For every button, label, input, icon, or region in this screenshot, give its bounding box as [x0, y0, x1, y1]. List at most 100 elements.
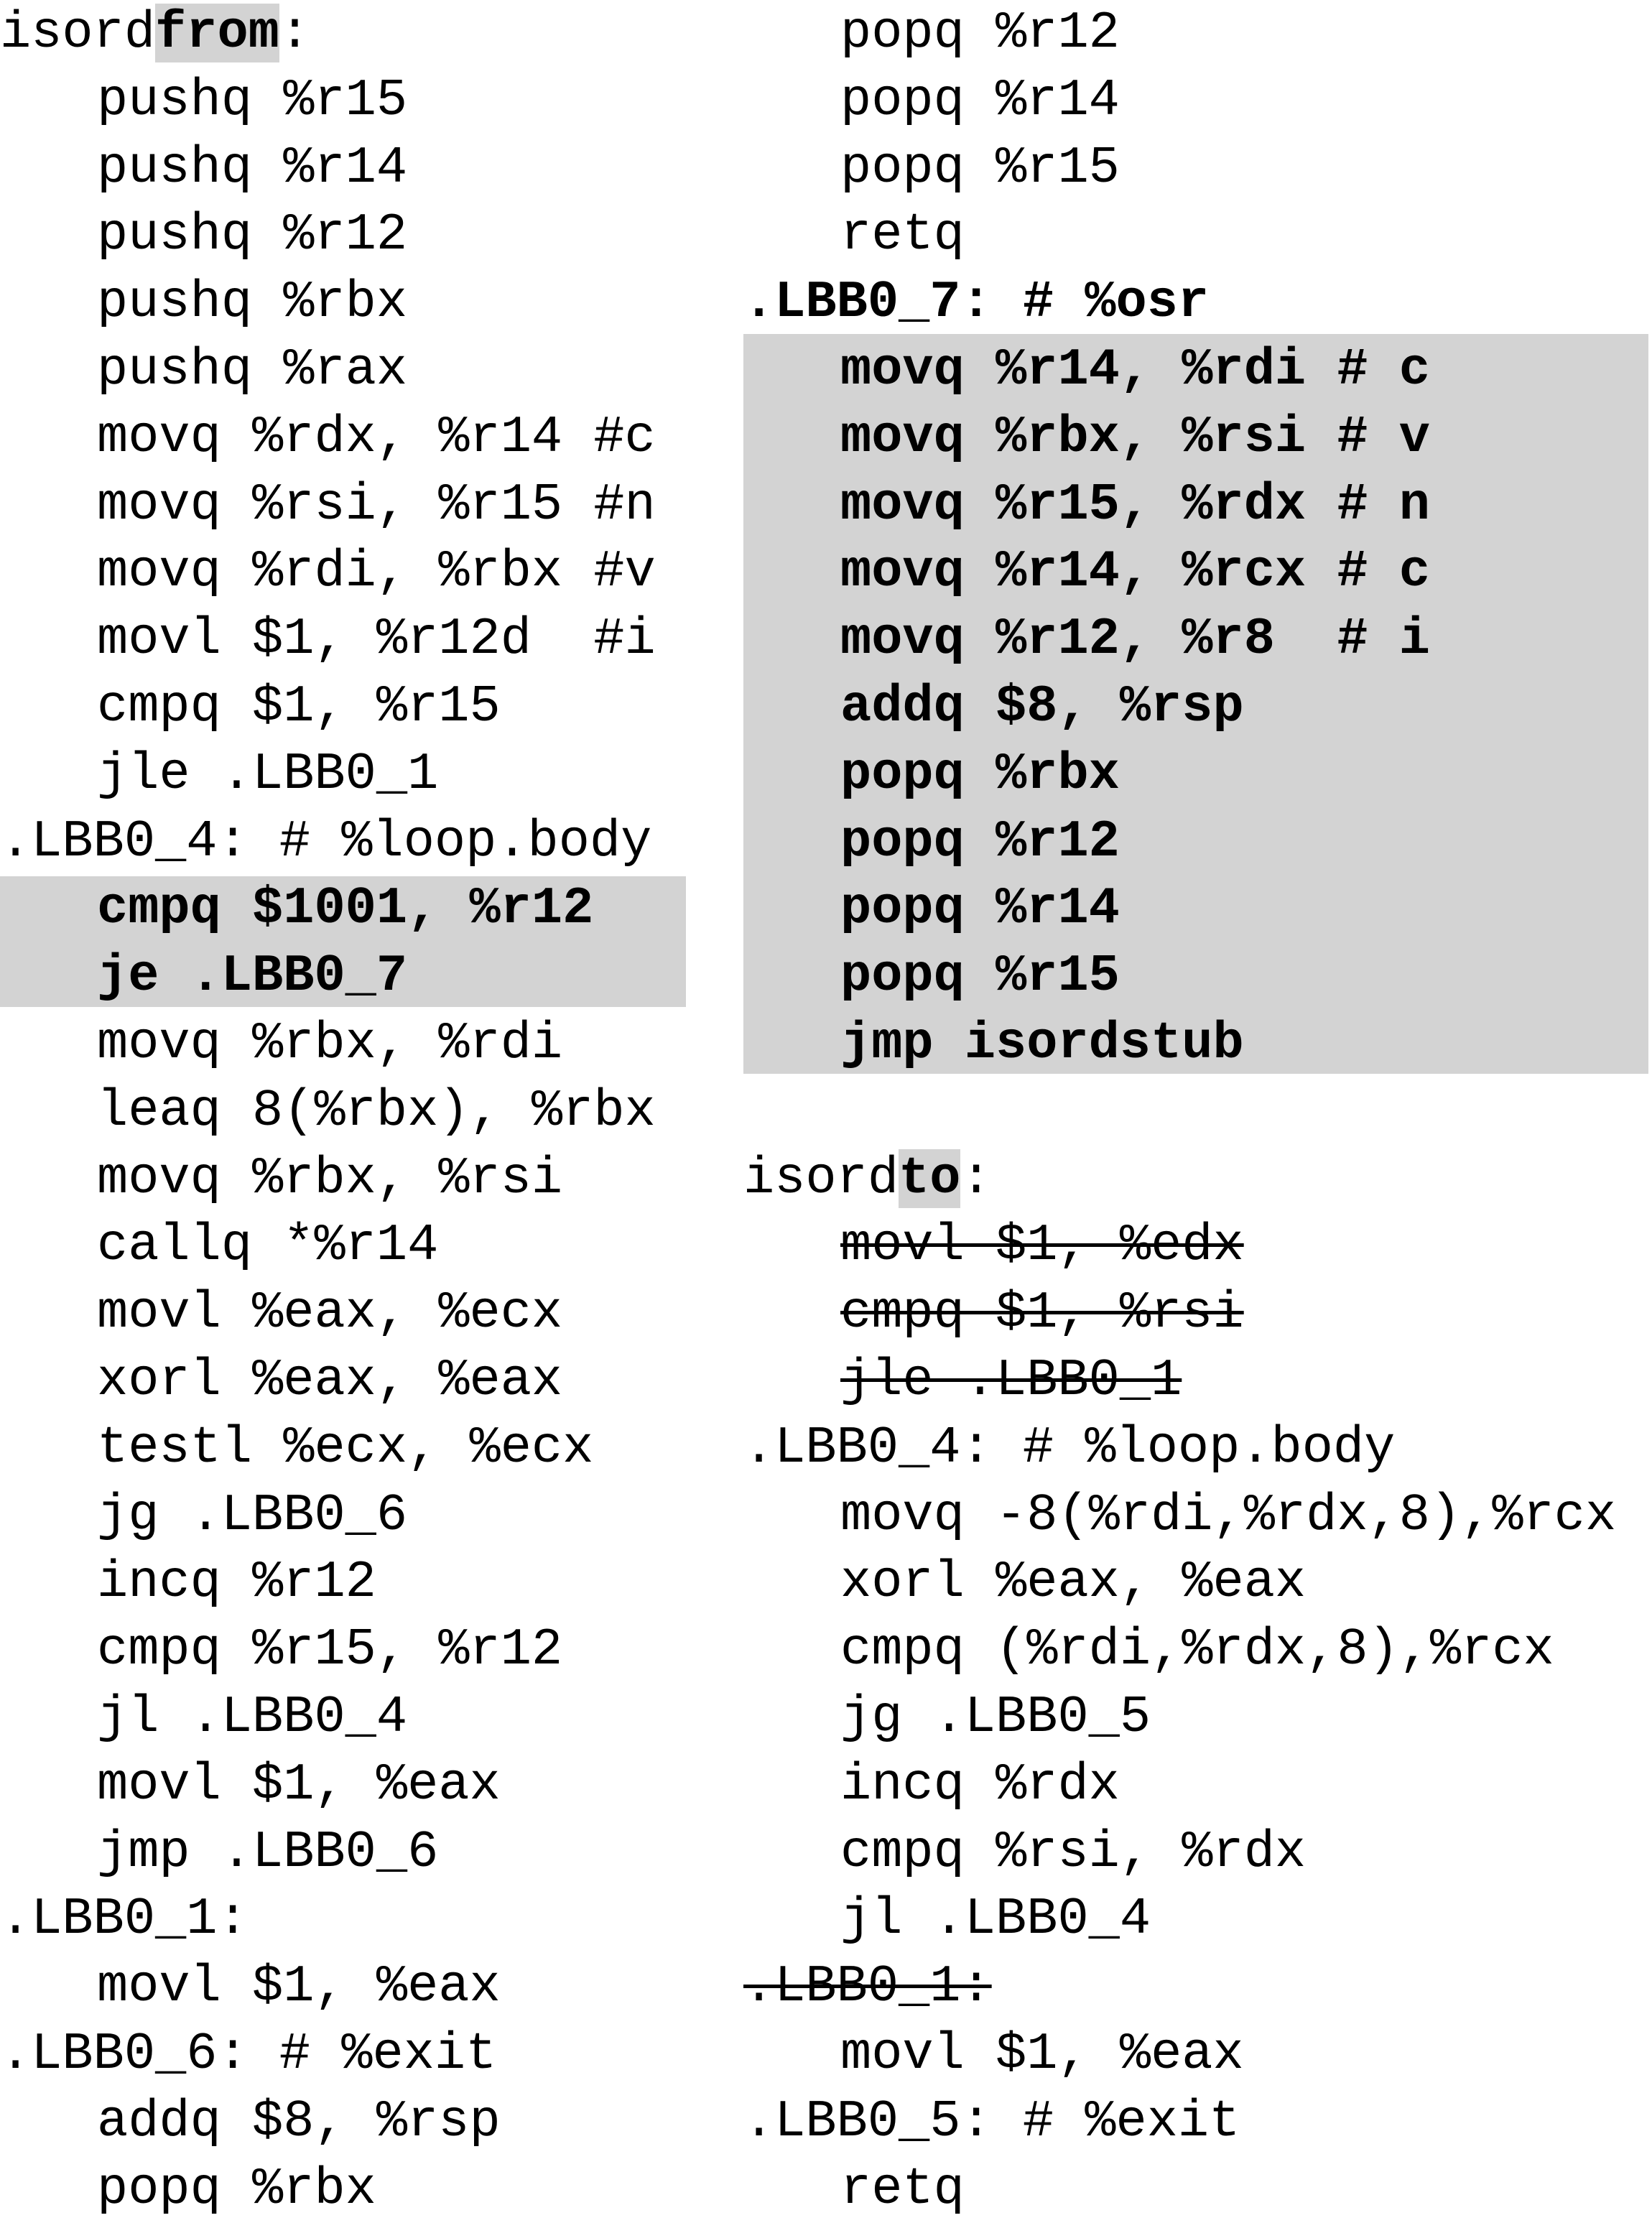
- code-line: pushq %r12: [0, 202, 690, 269]
- code-text: .LBB0_6: # %exit: [0, 2025, 496, 2084]
- code-line: movq %r14, %rdi # c: [743, 337, 1652, 404]
- code-text: movq %rdi, %rbx #v: [97, 542, 656, 601]
- title-prefix: isord: [743, 1149, 899, 1208]
- code-text: pushq %rax: [97, 340, 407, 399]
- code-text: pushq %rbx: [97, 273, 407, 332]
- code-text: callq *%r14: [97, 1216, 438, 1275]
- code-text: incq %rdx: [840, 1755, 1120, 1814]
- code-text: je .LBB0_7: [97, 947, 407, 1006]
- code-line: movl %eax, %ecx: [0, 1280, 690, 1347]
- code-line: addq $8, %rsp: [743, 674, 1652, 741]
- code-text: popq %r14: [840, 879, 1120, 938]
- code-line: xorl %eax, %eax: [0, 1347, 690, 1415]
- isordfrom-listing: isordfrom: pushq %r15pushq %r14pushq %r1…: [0, 0, 690, 2223]
- code-line: jl .LBB0_4: [0, 1684, 690, 1752]
- code-label: .LBB0_6: # %exit: [0, 2021, 690, 2089]
- code-line: leaq 8(%rbx), %rbx: [0, 1078, 690, 1146]
- code-line: popq %rbx: [0, 2156, 690, 2223]
- right-code-lines-top: popq %r12popq %r14popq %r15retq.LBB0_7: …: [743, 0, 1652, 1146]
- code-text: jle .LBB0_1: [840, 1351, 1182, 1410]
- code-text: popq %r15: [840, 139, 1120, 198]
- code-text: jl .LBB0_4: [840, 1890, 1151, 1949]
- code-label: .LBB0_4: # %loop.body: [0, 809, 690, 876]
- code-text: retq: [840, 2160, 965, 2219]
- code-line: movl $1, %eax: [0, 1954, 690, 2021]
- code-line: incq %rdx: [743, 1752, 1652, 1819]
- code-line: pushq %rbx: [0, 269, 690, 337]
- code-label: .LBB0_1:: [743, 1954, 1652, 2021]
- code-line: movq %r14, %rcx # c: [743, 539, 1652, 606]
- code-text: pushq %r12: [97, 205, 407, 264]
- code-line: jle .LBB0_1: [0, 741, 690, 809]
- code-text: popq %rbx: [97, 2160, 376, 2219]
- code-text: movq %rdx, %r14 #c: [97, 408, 656, 467]
- code-line: movq %rbx, %rsi: [0, 1146, 690, 1213]
- code-line: retq: [743, 202, 1652, 269]
- code-text: movl $1, %r12d #i: [97, 610, 656, 669]
- code-text: popq %rbx: [840, 745, 1120, 804]
- code-line: movq %rdx, %r14 #c: [0, 404, 690, 472]
- code-line: movq %rdi, %rbx #v: [0, 539, 690, 606]
- code-line: retq: [743, 2156, 1652, 2223]
- code-line: pushq %r14: [0, 135, 690, 203]
- code-label: .LBB0_5: # %exit: [743, 2089, 1652, 2156]
- code-line: popq %r12: [743, 0, 1652, 68]
- code-line: popq %r15: [743, 943, 1652, 1011]
- code-text: jl .LBB0_4: [97, 1688, 407, 1747]
- code-text: pushq %r14: [97, 139, 407, 198]
- code-line: popq %r14: [743, 68, 1652, 135]
- code-text: cmpq %rsi, %rdx: [840, 1823, 1306, 1882]
- code-line: pushq %rax: [0, 337, 690, 404]
- code-text: movq %r12, %r8 # i: [840, 610, 1430, 669]
- code-text: jle .LBB0_1: [97, 745, 438, 804]
- code-line: movl $1, %eax: [743, 2021, 1652, 2089]
- code-text: popq %r14: [840, 71, 1120, 130]
- code-text: incq %r12: [97, 1553, 376, 1612]
- code-text: .LBB0_7: # %osr: [743, 273, 1209, 332]
- code-line: cmpq $1, %r15: [0, 674, 690, 741]
- code-line: popq %r15: [743, 135, 1652, 203]
- code-line: movq %rbx, %rdi: [0, 1011, 690, 1078]
- code-text: jg .LBB0_6: [97, 1486, 407, 1545]
- isordto-listing: popq %r12popq %r14popq %r15retq.LBB0_7: …: [743, 0, 1652, 2223]
- code-text: jmp .LBB0_6: [97, 1823, 438, 1882]
- code-text: leaq 8(%rbx), %rbx: [97, 1082, 656, 1141]
- code-line: pushq %r15: [0, 68, 690, 135]
- code-line: movq %rsi, %r15 #n: [0, 472, 690, 539]
- code-line: cmpq %r15, %r12: [0, 1617, 690, 1684]
- code-text: cmpq $1001, %r12: [97, 879, 593, 938]
- title-suffix: :: [960, 1149, 991, 1208]
- code-label: .LBB0_7: # %osr: [743, 269, 1652, 337]
- isordto-title: isordto:: [743, 1146, 1652, 1213]
- code-line: jle .LBB0_1: [743, 1347, 1652, 1415]
- code-line: jmp .LBB0_6: [0, 1819, 690, 1887]
- title-suffix: :: [279, 4, 310, 62]
- code-line: cmpq $1, %rsi: [743, 1280, 1652, 1347]
- code-text: .LBB0_1:: [0, 1890, 249, 1949]
- code-text: xorl %eax, %eax: [840, 1553, 1306, 1612]
- code-text: .LBB0_4: # %loop.body: [0, 812, 651, 871]
- code-text: movq %rbx, %rsi # v: [840, 408, 1430, 467]
- code-line: je .LBB0_7: [0, 943, 690, 1011]
- code-line: jmp isordstub: [743, 1011, 1652, 1078]
- code-line: cmpq %rsi, %rdx: [743, 1819, 1652, 1887]
- code-line: movq %r12, %r8 # i: [743, 606, 1652, 674]
- code-line: movq %r15, %rdx # n: [743, 472, 1652, 539]
- code-text: popq %r12: [840, 812, 1120, 871]
- code-text: movq %r14, %rdi # c: [840, 340, 1430, 399]
- code-text: .LBB0_4: # %loop.body: [743, 1419, 1395, 1477]
- code-text: cmpq (%rdi,%rdx,8),%rcx: [840, 1620, 1554, 1679]
- code-text: addq $8, %rsp: [97, 2092, 501, 2151]
- code-text: movq %rsi, %r15 #n: [97, 475, 656, 534]
- code-text: retq: [840, 205, 965, 264]
- code-text: xorl %eax, %eax: [97, 1351, 562, 1410]
- code-text: .LBB0_1:: [743, 1957, 992, 2016]
- code-text: movl $1, %eax: [97, 1755, 501, 1814]
- code-line: testl %ecx, %ecx: [0, 1415, 690, 1482]
- code-line: callq *%r14: [0, 1212, 690, 1280]
- code-line: incq %r12: [0, 1549, 690, 1617]
- code-line: xorl %eax, %eax: [743, 1549, 1652, 1617]
- code-text: movq -8(%rdi,%rdx,8),%rcx: [840, 1486, 1616, 1545]
- code-text: movq %rbx, %rsi: [97, 1149, 562, 1208]
- code-text: popq %r12: [840, 4, 1120, 62]
